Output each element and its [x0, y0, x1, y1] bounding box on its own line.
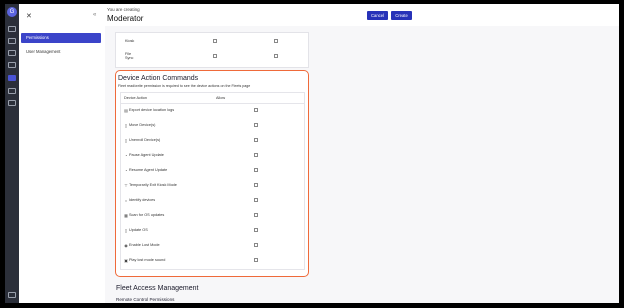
device-actions-table: Device Action Allow ▤ Export device loca…	[120, 92, 305, 270]
table-row: ○ Identify devices	[121, 194, 304, 209]
table-row: ▣ Play lost mode sound	[121, 254, 304, 269]
resume-icon: ◔	[124, 168, 128, 173]
allow-checkbox[interactable]	[254, 168, 258, 172]
sound-icon: ▣	[124, 258, 128, 263]
logo-icon: G	[7, 7, 17, 17]
fleet-access-title: Fleet Access Management	[116, 285, 199, 292]
table-row: ▯ Unenroll Device(s)	[121, 134, 304, 149]
kiosk-read-checkbox[interactable]	[213, 39, 217, 43]
table-row: ▯ Update OS	[121, 224, 304, 239]
allow-checkbox[interactable]	[254, 213, 258, 217]
table-row: ▦ Scan for OS updates	[121, 209, 304, 224]
apps-icon[interactable]	[8, 50, 16, 56]
close-icon[interactable]: ✕	[26, 12, 32, 20]
search-icon: ○	[124, 198, 128, 203]
row-label: Update OS	[129, 228, 148, 232]
row-label: Identify devices	[129, 198, 156, 202]
row-label: Scan for OS updates	[129, 213, 165, 217]
table-row: ⊤ Temporarily Exit Kiosk Mode	[121, 179, 304, 194]
table-row: ▯ Move Device(s)	[121, 119, 304, 134]
row-label: Export device location logs	[129, 108, 175, 112]
row-label: Temporarily Exit Kiosk Mode	[129, 183, 177, 187]
table-row: ◉ Enable Lost Mode	[121, 239, 304, 254]
page-subtitle: You are creating	[107, 7, 140, 12]
table-row: ▤ Export device location logs	[121, 104, 304, 119]
main-content: You are creating Moderator Cancel Create…	[105, 4, 619, 303]
settings-icon[interactable]	[8, 100, 16, 106]
users-icon[interactable]	[8, 75, 16, 81]
row-label: Resume Agent Update	[129, 168, 168, 172]
permissions-table-partial: Kiosk File Sync	[115, 32, 309, 68]
perm-label-kiosk: Kiosk	[125, 39, 135, 43]
unenroll-icon: ▯	[124, 138, 128, 143]
device-action-commands-section: Device Action Commands Fleet read/write …	[115, 70, 309, 277]
table-row: ◔ Resume Agent Update	[121, 164, 304, 179]
row-label: Pause Agent Update	[129, 153, 164, 157]
allow-checkbox[interactable]	[254, 198, 258, 202]
allow-checkbox[interactable]	[254, 258, 258, 262]
allow-checkbox[interactable]	[254, 243, 258, 247]
row-label: Move Device(s)	[129, 123, 156, 127]
grid-icon[interactable]	[8, 62, 16, 68]
allow-checkbox[interactable]	[254, 183, 258, 187]
remote-control-title: Remote Control Permissions	[116, 297, 175, 302]
allow-checkbox[interactable]	[254, 108, 258, 112]
home-icon[interactable]	[8, 26, 16, 32]
create-button[interactable]: Create	[391, 11, 412, 20]
pin-icon: ⊤	[124, 183, 128, 188]
lost-mode-icon: ◉	[124, 243, 128, 248]
kiosk-write-checkbox[interactable]	[274, 39, 278, 43]
allow-checkbox[interactable]	[254, 138, 258, 142]
row-label: Unenroll Device(s)	[129, 138, 161, 142]
update-icon: ▯	[124, 228, 128, 233]
file-sync-write-checkbox[interactable]	[274, 54, 278, 58]
devices-icon[interactable]	[8, 38, 16, 44]
collapse-icon[interactable]: «	[93, 12, 96, 18]
section-description: Fleet read/write permission is required …	[118, 84, 251, 88]
export-icon: ▤	[124, 108, 128, 113]
page-header: You are creating Moderator Cancel Create	[105, 4, 619, 26]
column-header-action: Device Action	[124, 96, 148, 100]
row-label: Enable Lost Mode	[129, 243, 160, 247]
section-title: Device Action Commands	[118, 75, 199, 82]
settings-sidebar: ✕ « Permissions User Management	[19, 4, 106, 303]
allow-checkbox[interactable]	[254, 153, 258, 157]
file-sync-read-checkbox[interactable]	[213, 54, 217, 58]
scan-icon: ▦	[124, 213, 128, 218]
move-icon: ▯	[124, 123, 128, 128]
app-window: G ✕ « Permissions User Management You ar…	[5, 4, 619, 303]
icon-rail: G	[5, 4, 19, 303]
column-header-allow: Allow	[216, 96, 226, 100]
profile-icon[interactable]	[8, 292, 16, 298]
perm-label-file-sync: File Sync	[125, 52, 134, 60]
allow-checkbox[interactable]	[254, 123, 258, 127]
pause-icon: ◔	[124, 153, 128, 158]
sidebar-item-permissions[interactable]: Permissions	[21, 33, 101, 43]
page-title: Moderator	[107, 14, 144, 23]
table-row: ◔ Pause Agent Update	[121, 149, 304, 164]
sidebar-item-user-management[interactable]: User Management	[21, 47, 101, 57]
allow-checkbox[interactable]	[254, 228, 258, 232]
notifications-icon[interactable]	[8, 88, 16, 94]
cancel-button[interactable]: Cancel	[367, 11, 388, 20]
row-label: Play lost mode sound	[129, 258, 166, 262]
